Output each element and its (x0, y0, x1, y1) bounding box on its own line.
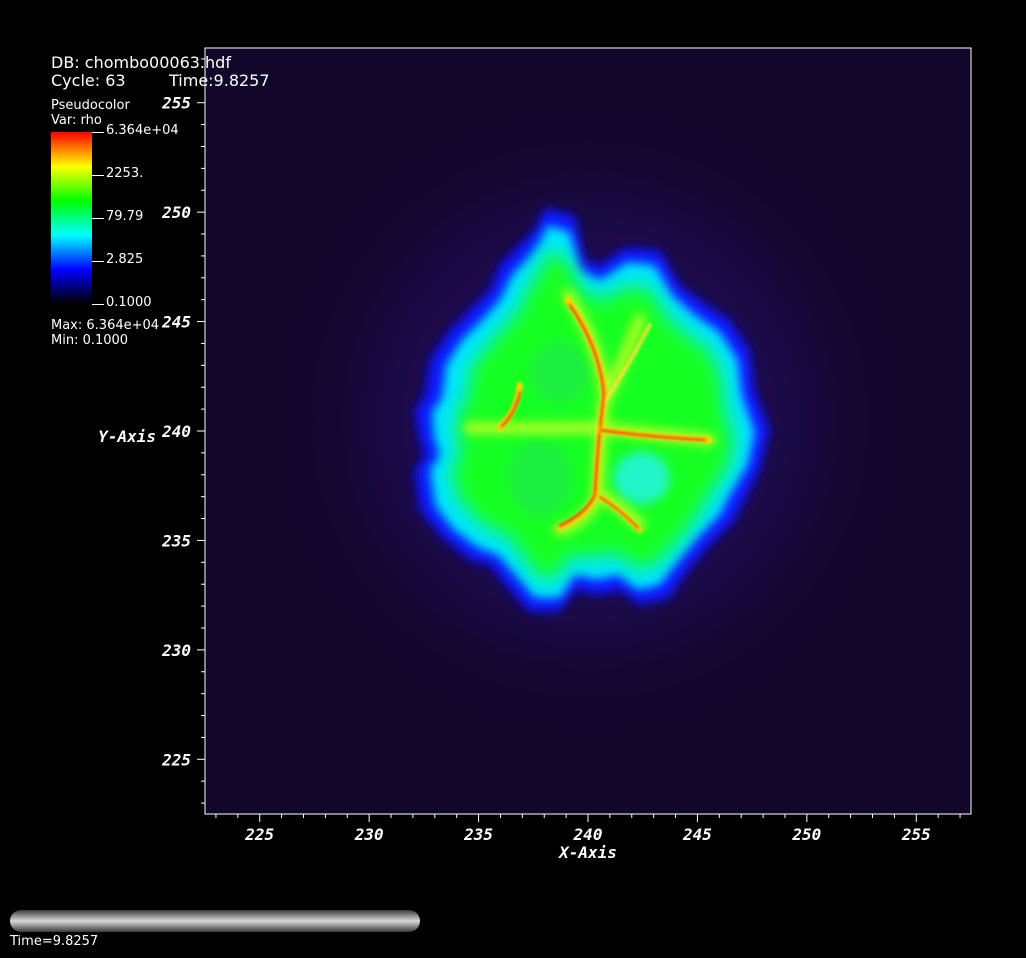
legend-tick-label: 6.364e+04 (106, 123, 179, 138)
density-pocket (614, 452, 670, 504)
y-tick-label: 255 (161, 94, 191, 113)
legend-tick-label: 2.825 (106, 252, 144, 267)
legend-plot-type: Pseudocolor (51, 98, 130, 113)
y-tick-label: 245 (161, 313, 191, 332)
x-tick-label: 230 (354, 825, 384, 844)
legend-tick-mark (92, 131, 104, 133)
legend-min: Min: 0.1000 (51, 333, 129, 348)
x-tick-label: 250 (791, 825, 821, 844)
legend-tick-label: 79.79 (106, 209, 144, 224)
y-tick-label: 240 (161, 422, 191, 441)
x-axis: 225 230 235 240 245 250 255 (215, 814, 961, 844)
y-axis: 225 230 235 240 245 250 255 (161, 58, 205, 804)
time-label: Time:9.8257 (169, 71, 270, 90)
cycle-label: Cycle: 63 (51, 71, 126, 90)
legend-tick-mark (92, 217, 104, 219)
y-tick-label: 235 (161, 531, 191, 550)
legend-max: Max: 6.364e+04 (51, 318, 160, 333)
x-tick-label: 225 (244, 825, 274, 844)
density-pocket (508, 440, 572, 516)
db-label: DB: chombo00063.hdf (51, 53, 231, 72)
legend-tick-mark (92, 260, 104, 262)
y-axis-title: Y-Axis (98, 427, 156, 446)
y-tick-label: 225 (161, 750, 191, 769)
x-axis-title: X-Axis (557, 843, 617, 862)
legend-tick-label: 2253. (106, 166, 144, 181)
x-tick-label: 245 (682, 825, 712, 844)
x-tick-label: 235 (463, 825, 493, 844)
legend-colorbar (51, 132, 92, 304)
y-tick-label: 230 (161, 641, 191, 660)
density-pocket (530, 342, 590, 402)
legend-tick-label: 0.1000 (106, 295, 152, 310)
x-tick-label: 240 (573, 825, 603, 844)
x-tick-label: 255 (901, 825, 931, 844)
time-slider-label: Time=9.8257 (10, 934, 99, 949)
y-tick-label: 250 (161, 203, 191, 222)
legend-var-label: Var: rho (51, 113, 102, 128)
legend-tick-mark (92, 174, 104, 176)
legend-tick-mark (92, 303, 104, 305)
pseudocolor-plot: 225 230 235 240 245 250 255 225 230 235 240 245 250… (98, 47, 972, 862)
time-slider[interactable] (10, 910, 420, 932)
